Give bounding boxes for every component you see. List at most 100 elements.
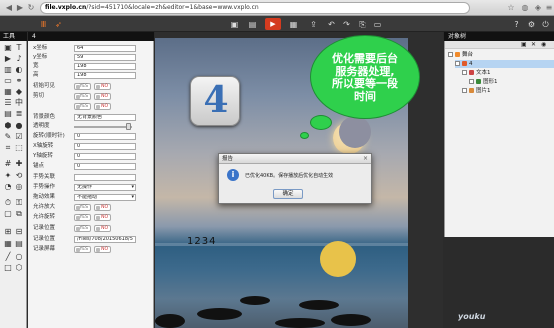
property-input[interactable]: 59 <box>74 54 136 61</box>
vxplo-logo-icon[interactable]: Ⅲ <box>38 19 49 30</box>
cube-tool-icon[interactable]: ⬢ <box>3 121 13 131</box>
toggle-yes[interactable]: YES <box>74 204 91 211</box>
toggle-yes[interactable]: YES <box>74 225 91 232</box>
redo-icon[interactable]: ↷ <box>341 19 352 30</box>
scratch-tool-icon[interactable]: ⬚ <box>14 143 24 153</box>
toggle-no[interactable]: NO <box>94 246 111 253</box>
toggle-no[interactable]: NO <box>94 103 111 110</box>
image-tool-icon[interactable]: ▣ <box>3 43 13 53</box>
star-icon[interactable]: ☆ <box>506 3 516 13</box>
property-input[interactable]: 198 <box>74 72 136 79</box>
number-text[interactable]: 1234 <box>187 236 216 247</box>
globe-icon[interactable]: ◍ <box>520 3 530 13</box>
link-tool-icon[interactable]: ⚭ <box>14 76 24 86</box>
property-input[interactable]: 64 <box>74 45 136 52</box>
tree-item[interactable]: 图形1 <box>469 78 554 86</box>
toggle-no[interactable]: NO <box>94 214 111 221</box>
address-bar[interactable]: file.vxplo.cn/?sid=451710&locale=zh&edit… <box>40 2 470 14</box>
visibility-icon[interactable]: ◉ <box>541 41 546 49</box>
property-input[interactable]: 198 <box>74 63 136 70</box>
forward-arrow-icon[interactable]: ▶ <box>15 3 25 13</box>
close-icon[interactable]: × <box>362 155 369 162</box>
settings-icon[interactable]: ⚙ <box>526 19 537 30</box>
refresh-icon[interactable]: ↻ <box>26 3 36 13</box>
chinese-tool-icon[interactable]: 中 <box>14 98 24 108</box>
toggle-yes[interactable]: YES <box>74 83 91 90</box>
scan-tool-icon[interactable]: ⌗ <box>3 143 13 153</box>
checkbox[interactable] <box>455 61 460 66</box>
opacity-slider[interactable] <box>74 126 132 128</box>
toggle-yes[interactable]: YES <box>74 103 91 110</box>
tree-item[interactable]: 文本1 <box>462 69 554 77</box>
circle-tool-icon[interactable]: ○ <box>14 252 24 262</box>
app-icon-element[interactable]: 4 <box>190 76 240 126</box>
chart-tool-icon[interactable]: ▥ <box>3 65 13 75</box>
share-icon[interactable]: ⇪ <box>308 19 319 30</box>
grid-tool-icon[interactable]: ▦ <box>3 239 13 249</box>
tree-item[interactable]: 图片1 <box>462 87 554 95</box>
slides-tool-icon[interactable]: ⊟ <box>14 227 24 237</box>
list-tool-icon[interactable]: ≣ <box>14 109 24 119</box>
property-input[interactable] <box>74 174 136 181</box>
group-tool-icon[interactable]: ⧉ <box>14 209 24 219</box>
save-icon[interactable]: ▣ <box>229 19 240 30</box>
gallery-tool-icon[interactable]: ▦ <box>3 87 13 97</box>
property-input[interactable]: 0 <box>74 133 136 140</box>
toggle-no[interactable]: NO <box>94 204 111 211</box>
extension-icon[interactable]: ◈ <box>533 3 543 13</box>
toggle-no[interactable]: NO <box>94 93 111 100</box>
layer-tool-icon[interactable]: ▤ <box>3 109 13 119</box>
table-tool-icon[interactable]: ⊞ <box>3 227 13 237</box>
video-tool-icon[interactable]: ▶ <box>3 54 13 64</box>
web-tool-icon[interactable]: ◎ <box>14 182 24 192</box>
map-tool-icon[interactable]: ◐ <box>14 65 24 75</box>
draw-tool-icon[interactable]: ✎ <box>3 132 13 142</box>
delete-icon[interactable]: ✕ <box>531 41 536 49</box>
property-input[interactable]: 0 <box>74 153 136 160</box>
property-select[interactable]: 不能拖动 <box>74 194 136 201</box>
paint-tool-icon[interactable]: ● <box>14 121 24 131</box>
polygon-tool-icon[interactable]: ⬡ <box>14 263 24 273</box>
panel-tool-icon[interactable]: ▤ <box>14 239 24 249</box>
property-input[interactable]: 无背景颜色 <box>74 114 136 121</box>
slider-handle[interactable] <box>126 123 131 130</box>
play-button[interactable]: ▶ <box>265 18 281 30</box>
toggle-yes[interactable]: YES <box>74 246 91 253</box>
toggle-no[interactable]: NO <box>94 225 111 232</box>
power-icon[interactable]: ⏻ <box>540 19 551 30</box>
line-tool-icon[interactable]: ╱ <box>3 252 13 262</box>
rotate-tool-icon[interactable]: ⟲ <box>14 171 24 181</box>
frame-tool-icon[interactable]: ▢ <box>3 209 13 219</box>
vote-tool-icon[interactable]: ☑ <box>14 132 24 142</box>
grid-icon[interactable]: ▦ <box>288 19 299 30</box>
undo-icon[interactable]: ↶ <box>326 19 337 30</box>
toggle-no[interactable]: NO <box>94 83 111 90</box>
lock-icon[interactable]: ▣ <box>521 41 527 49</box>
puzzle-tool-icon[interactable]: ✚ <box>14 159 24 169</box>
form-tool-icon[interactable]: ☰ <box>3 98 13 108</box>
tree-item[interactable]: 舞台 <box>448 51 554 59</box>
property-input[interactable]: 0 <box>74 143 136 150</box>
text-tool-icon[interactable]: T <box>14 43 24 53</box>
button-tool-icon[interactable]: ▭ <box>3 76 13 86</box>
lock-tool-icon[interactable]: ⚿ <box>14 198 24 208</box>
scrollbar[interactable] <box>548 237 554 328</box>
checkbox[interactable] <box>462 88 467 93</box>
tree-item[interactable]: 4 <box>455 60 554 68</box>
toggle-yes[interactable]: YES <box>74 214 91 221</box>
property-select[interactable]: 无操作 <box>74 184 136 191</box>
counter-tool-icon[interactable]: # <box>3 159 13 169</box>
property-input[interactable]: /Files/708/20150618/5 <box>74 236 136 243</box>
timer-tool-icon[interactable]: ⏱ <box>3 198 13 208</box>
save-as-icon[interactable]: ▤ <box>247 19 258 30</box>
help-icon[interactable]: ? <box>511 19 522 30</box>
checkbox[interactable] <box>448 52 453 57</box>
sound-tool-icon[interactable]: ♪ <box>14 54 24 64</box>
back-arrow-icon[interactable]: ◀ <box>4 3 14 13</box>
menu-icon[interactable]: ≡ <box>544 3 554 13</box>
checkbox[interactable] <box>462 70 467 75</box>
property-input[interactable]: 0 <box>74 163 136 170</box>
ok-button[interactable]: 确定 <box>273 189 303 199</box>
copy-icon[interactable]: ⎘ <box>357 19 368 30</box>
time-tool-icon[interactable]: ◔ <box>3 182 13 192</box>
